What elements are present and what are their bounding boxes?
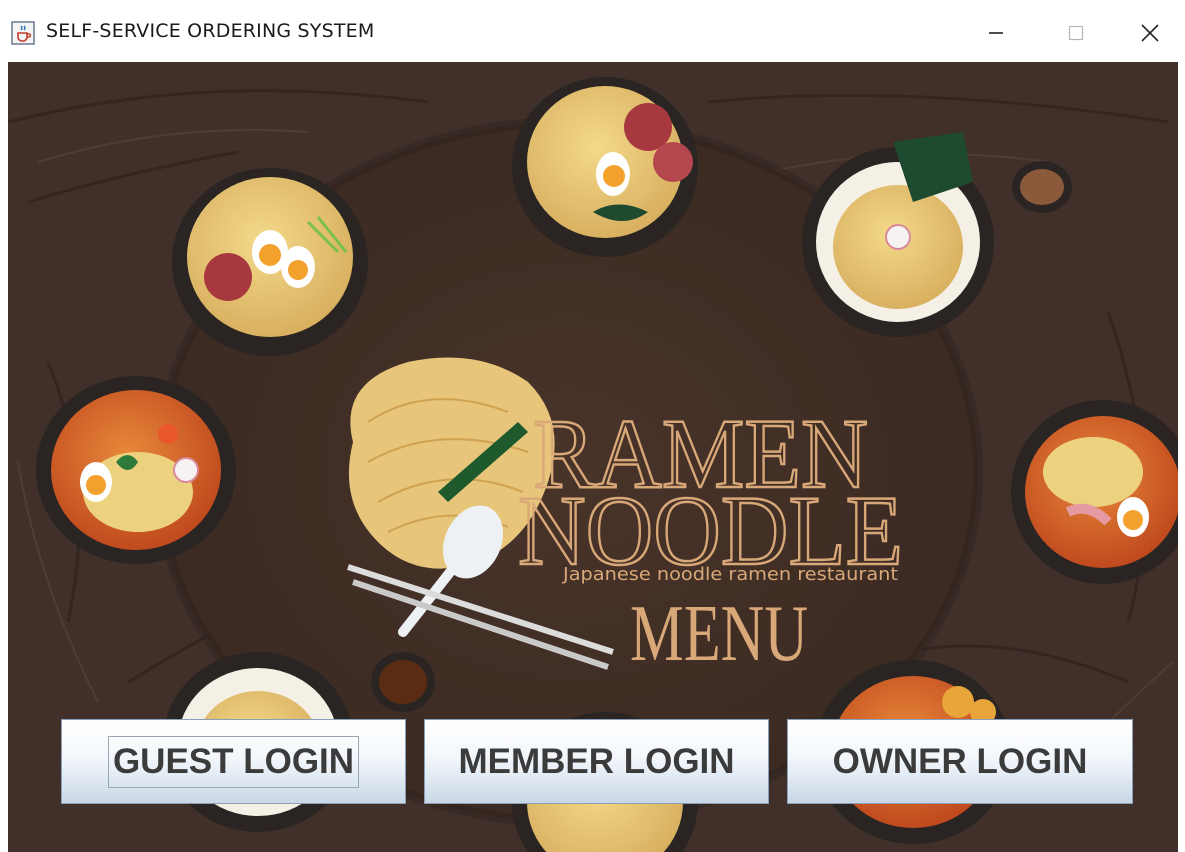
minimize-button[interactable] xyxy=(966,10,1026,56)
guest-login-button[interactable]: GUEST LOGIN xyxy=(61,719,406,804)
ramen-bowl-left xyxy=(36,376,236,564)
member-login-button[interactable]: MEMBER LOGIN xyxy=(424,719,769,804)
java-cup-icon xyxy=(11,21,35,45)
ramen-bowl-upper-left xyxy=(172,168,368,356)
owner-login-label: OWNER LOGIN xyxy=(832,741,1088,781)
ramen-bowl-top xyxy=(512,77,698,257)
title-bar: SELF-SERVICE ORDERING SYSTEM xyxy=(0,0,1185,62)
logo-line-menu: MENU xyxy=(630,590,808,678)
maximize-button[interactable] xyxy=(1046,10,1106,56)
guest-login-label: GUEST LOGIN xyxy=(107,735,360,788)
close-button[interactable] xyxy=(1120,10,1180,56)
owner-login-button[interactable]: OWNER LOGIN xyxy=(787,719,1133,804)
app-window: SELF-SERVICE ORDERING SYSTEM RAMEN NOODL… xyxy=(0,0,1185,852)
logo-tagline: Japanese noodle ramen restaurant xyxy=(562,564,898,585)
maximize-icon xyxy=(1068,25,1084,41)
member-login-label: MEMBER LOGIN xyxy=(458,741,735,781)
content-panel: RAMEN NOODLE Japanese noodle ramen resta… xyxy=(8,62,1178,852)
window-title: SELF-SERVICE ORDERING SYSTEM xyxy=(46,20,375,42)
close-icon xyxy=(1141,24,1159,42)
minimize-icon xyxy=(989,32,1003,34)
